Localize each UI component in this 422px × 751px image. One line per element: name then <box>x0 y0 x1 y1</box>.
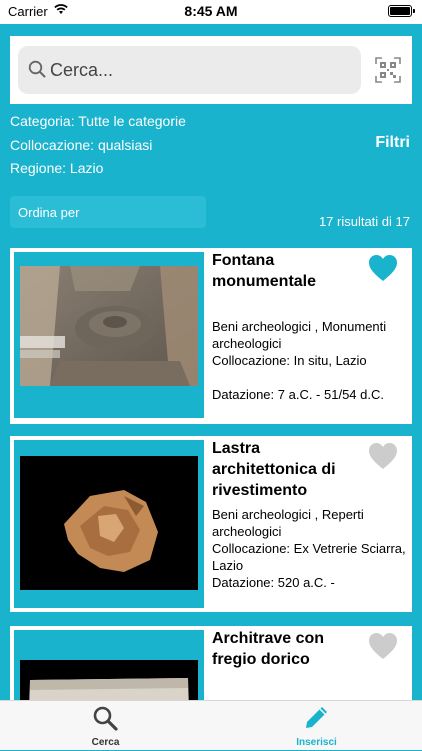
result-category: Beni archeologici , Reperti archeologici <box>212 507 364 539</box>
result-date: Datazione: 7 a.C. - 51/54 d.C. <box>212 387 384 402</box>
search-panel <box>10 36 412 104</box>
pencil-icon <box>306 707 327 728</box>
thumbnail-frame <box>14 252 204 418</box>
app-screen: Categoria: Tutte le categorie Collocazio… <box>0 24 422 700</box>
result-title: Lastra architettonica di rivestimento <box>212 440 336 499</box>
result-image <box>20 266 198 386</box>
result-image <box>20 456 198 590</box>
thumbnail-frame <box>14 440 204 608</box>
result-image <box>20 660 198 700</box>
result-title: Architrave con fregio dorico <box>212 630 325 668</box>
favorite-heart-icon[interactable] <box>368 254 398 282</box>
results-list: Fontana monumentale Beni archeologici , … <box>0 244 422 700</box>
tab-cerca[interactable]: Cerca <box>0 701 211 751</box>
tab-bar: Cerca Inserisci <box>0 700 422 750</box>
result-category: Beni archeologici , Monumenti archeologi… <box>212 319 387 351</box>
search-box[interactable] <box>18 46 361 94</box>
clock: 8:45 AM <box>184 3 238 19</box>
filter-categoria: Categoria: Tutte le categorie <box>10 113 186 129</box>
result-title: Fontana monumentale <box>212 252 317 290</box>
result-card[interactable]: Architrave con fregio dorico <box>10 626 412 700</box>
tab-inserisci-label: Inserisci <box>296 737 337 748</box>
active-filters: Categoria: Tutte le categorie Collocazio… <box>10 110 186 181</box>
sort-label: Ordina per <box>18 205 80 220</box>
result-location: Collocazione: In situ, Lazio <box>212 353 367 368</box>
favorite-heart-icon[interactable] <box>368 632 398 660</box>
search-icon <box>93 706 118 731</box>
search-icon <box>28 60 46 78</box>
filter-regione: Regione: Lazio <box>10 160 104 176</box>
sort-selector[interactable]: Ordina per <box>10 196 206 228</box>
status-bar: Carrier 8:45 AM <box>0 0 422 24</box>
battery-icon <box>388 5 415 17</box>
filters-button[interactable]: Filtri <box>375 134 410 152</box>
tab-inserisci[interactable]: Inserisci <box>211 701 422 751</box>
results-count: 17 risultati di 17 <box>318 214 410 229</box>
thumbnail-frame <box>14 630 204 700</box>
result-card[interactable]: Lastra architettonica di rivestimento Be… <box>10 436 412 612</box>
filter-collocazione: Collocazione: qualsiasi <box>10 136 153 153</box>
result-card[interactable]: Fontana monumentale Beni archeologici , … <box>10 248 412 424</box>
search-input[interactable] <box>50 46 350 94</box>
tab-cerca-label: Cerca <box>91 737 120 748</box>
favorite-heart-icon[interactable] <box>368 442 398 470</box>
result-date: Datazione: 520 a.C. - <box>212 575 335 590</box>
result-location: Collocazione: Ex Vetrerie Sciarra, Lazio <box>212 541 406 573</box>
qr-code-icon[interactable] <box>375 57 401 83</box>
